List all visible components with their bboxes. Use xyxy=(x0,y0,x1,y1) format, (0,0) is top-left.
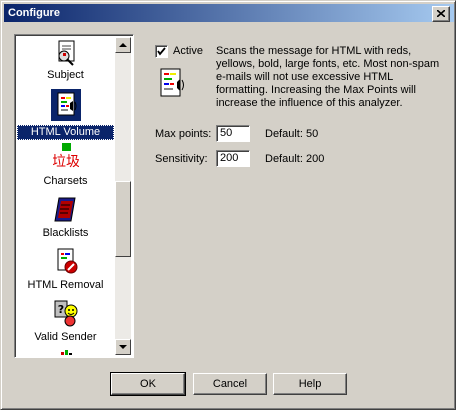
svg-text:?: ? xyxy=(58,303,64,316)
list-item-label: Valid Sender xyxy=(34,331,97,343)
sensitivity-default: Default: 200 xyxy=(265,153,325,165)
active-label[interactable]: Active xyxy=(173,45,203,57)
partial-chart-icon xyxy=(61,350,72,355)
checkmark-icon xyxy=(157,47,166,56)
cancel-button[interactable]: Cancel xyxy=(193,373,267,395)
active-checkbox[interactable] xyxy=(155,45,168,58)
scroll-down-button[interactable] xyxy=(115,339,131,355)
arrow-up-icon xyxy=(119,43,127,47)
sensitivity-input[interactable] xyxy=(216,150,250,167)
svg-text:垃圾: 垃圾 xyxy=(53,154,79,170)
close-icon xyxy=(437,10,445,17)
analyzer-description: Scans the message for HTML with reds, ye… xyxy=(216,45,440,109)
list-item-blacklists[interactable]: Blacklists xyxy=(17,193,114,243)
max-points-default: Default: 50 xyxy=(265,128,319,140)
valid-sender-icon: ? xyxy=(54,300,78,327)
help-button[interactable]: Help xyxy=(273,373,347,395)
scroll-thumb[interactable] xyxy=(115,181,131,257)
analyzer-list[interactable]: Subject HTML Volume 垃圾 Charsets Blacklis… xyxy=(14,34,134,358)
title-bar[interactable]: Configure xyxy=(4,4,454,22)
list-item-label: Charsets xyxy=(43,175,88,187)
list-item-charsets[interactable]: 垃圾 Charsets xyxy=(17,141,114,191)
close-button[interactable] xyxy=(432,6,450,22)
list-item-label: Blacklists xyxy=(42,227,89,239)
list-item-valid-sender[interactable]: ? Valid Sender xyxy=(17,297,114,347)
html-volume-icon xyxy=(57,92,77,116)
sensitivity-label: Sensitivity: xyxy=(155,153,208,165)
list-item-html-volume[interactable]: HTML Volume xyxy=(17,89,114,140)
blacklists-book-icon xyxy=(54,197,76,222)
max-points-label: Max points: xyxy=(155,128,212,140)
charsets-icon: 垃圾 xyxy=(53,143,79,170)
configure-dialog: Configure Subject HTML Volume 垃圾 Charset… xyxy=(0,0,456,410)
list-item-subject[interactable]: Subject xyxy=(17,37,114,87)
list-item-label: HTML Removal xyxy=(27,279,104,291)
ok-button[interactable]: OK xyxy=(110,372,186,396)
arrow-down-icon xyxy=(119,345,127,349)
max-points-input[interactable] xyxy=(216,125,250,142)
list-scrollbar[interactable] xyxy=(115,37,131,355)
scroll-up-button[interactable] xyxy=(115,37,131,53)
html-removal-icon xyxy=(57,248,78,274)
list-item-html-removal[interactable]: HTML Removal xyxy=(17,245,114,295)
html-volume-large-icon xyxy=(160,68,184,97)
list-item-label: Subject xyxy=(47,69,84,81)
list-item-partial[interactable] xyxy=(17,347,114,355)
window-title: Configure xyxy=(8,7,60,19)
subject-document-icon xyxy=(58,40,75,66)
list-item-label: HTML Volume xyxy=(17,125,114,140)
